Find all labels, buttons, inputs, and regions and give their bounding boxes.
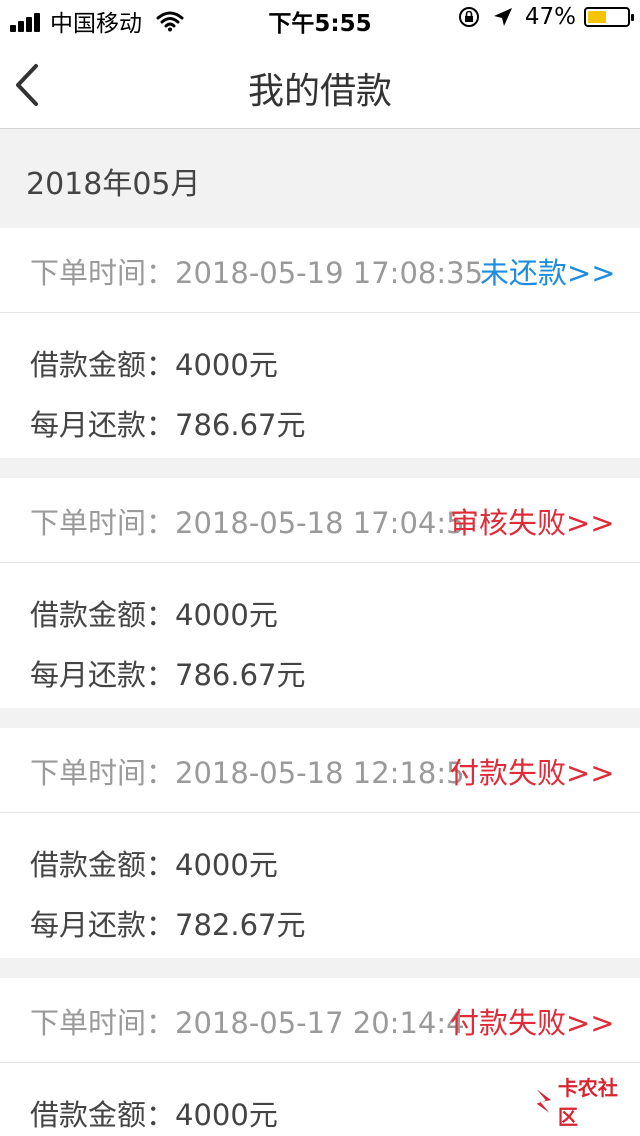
month-label: 2018年05月	[26, 167, 201, 202]
order-status-link[interactable]: 付款失败>>	[450, 1000, 615, 1042]
order-status-link[interactable]: 审核失败>>	[450, 500, 615, 542]
battery-percent: 47%	[524, 4, 576, 30]
order-header-row[interactable]: 下单时间：2018-05-17 20:14:4 付款失败>>	[0, 978, 640, 1063]
order-time: 下单时间：2018-05-18 12:18:5	[30, 756, 465, 790]
rotation-lock-icon	[458, 7, 479, 27]
order-card: 下单时间：2018-05-19 17:08:35 未还款>> 借款金额：4000…	[0, 228, 640, 458]
month-header: 2018年05月	[0, 129, 640, 227]
watermark-logo: 卡农社区	[534, 1076, 630, 1129]
monthly-repayment: 每月还款：782.67元	[30, 908, 306, 942]
order-card: 下单时间：2018-05-18 12:18:5 付款失败>> 借款金额：4000…	[0, 728, 640, 958]
monthly-repayment: 每月还款：786.67元	[30, 408, 306, 442]
nav-bar: 我的借款	[0, 40, 640, 129]
order-status-link[interactable]: 未还款>>	[480, 250, 616, 292]
monthly-repayment: 每月还款：786.67元	[30, 658, 306, 692]
loan-amount: 借款金额：4000元	[30, 598, 278, 632]
location-arrow-icon	[493, 8, 512, 26]
order-card: 下单时间：2018-05-18 17:04:5 审核失败>> 借款金额：4000…	[0, 478, 640, 708]
order-header-row[interactable]: 下单时间：2018-05-18 12:18:5 付款失败>>	[0, 728, 640, 813]
order-header-row[interactable]: 下单时间：2018-05-19 17:08:35 未还款>>	[0, 228, 640, 313]
battery-icon	[584, 7, 634, 27]
status-bar: 中国移动 下午5:55 47%	[0, 0, 640, 40]
loan-amount: 借款金额：4000元	[30, 1098, 278, 1132]
order-status-link[interactable]: 付款失败>>	[450, 750, 615, 792]
page-title: 我的借款	[247, 71, 392, 112]
order-header-row[interactable]: 下单时间：2018-05-18 17:04:5 审核失败>>	[0, 478, 640, 563]
watermark-mark-icon	[536, 1089, 552, 1113]
battery-level	[588, 11, 606, 23]
order-time: 下单时间：2018-05-18 17:04:5	[30, 506, 465, 540]
order-time: 下单时间：2018-05-17 20:14:4	[30, 1006, 465, 1040]
order-time: 下单时间：2018-05-19 17:08:35	[30, 256, 484, 290]
status-right: 47%	[457, 4, 634, 30]
watermark-text: 卡农社区	[557, 1076, 618, 1129]
loan-amount: 借款金额：4000元	[30, 848, 278, 882]
loan-amount: 借款金额：4000元	[30, 348, 278, 382]
